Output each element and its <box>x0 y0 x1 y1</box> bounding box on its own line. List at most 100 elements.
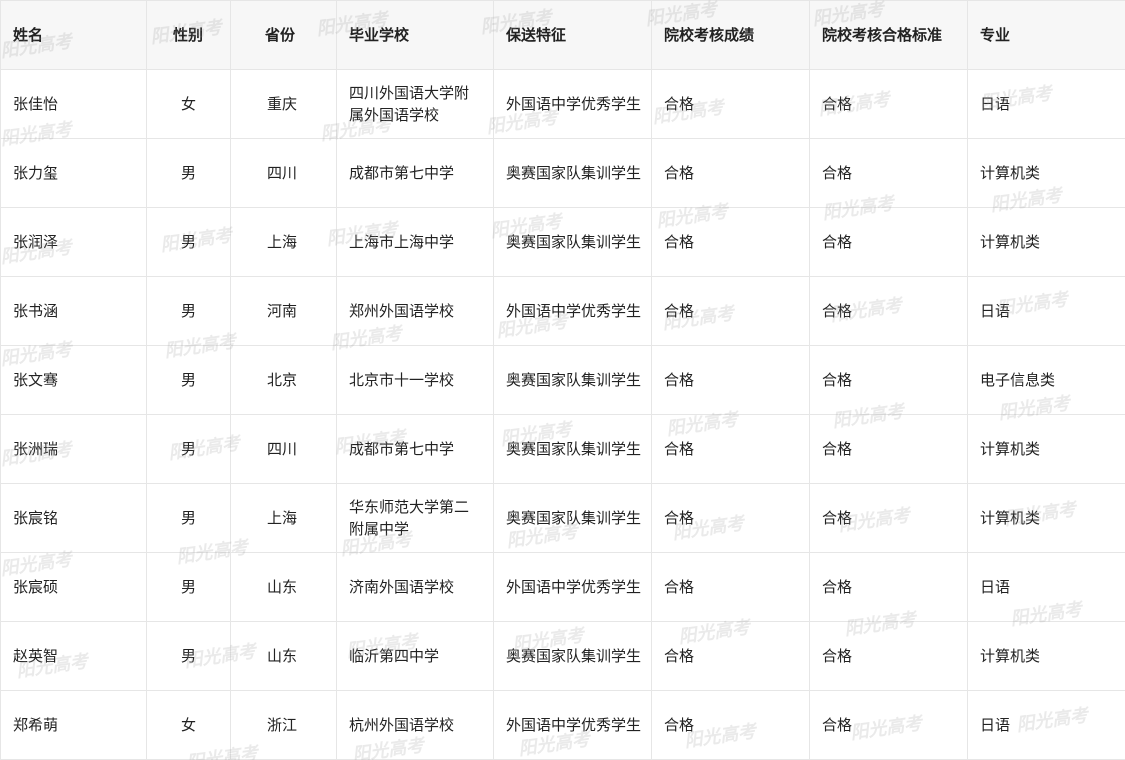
cell-feature: 奥赛国家队集训学生 <box>493 345 652 415</box>
cell-name: 赵英智 <box>0 621 147 691</box>
table-body: 张佳怡女重庆 四川外国语大学附属外国语学校 外国语中学优秀学生 合格 合格 日语 张力玺男四… <box>0 69 1125 760</box>
cell-major: 日语 <box>967 690 1125 760</box>
cell-standard: 合格 <box>809 414 968 484</box>
table-row: 郑希萌女浙江 杭州外国语学校 外国语中学优秀学生 合格 合格 日语 <box>0 690 1125 760</box>
cell-name: 张文骞 <box>0 345 147 415</box>
cell-feature: 奥赛国家队集训学生 <box>493 621 652 691</box>
cell-major: 日语 <box>967 552 1125 622</box>
header-school: 毕业学校 <box>336 0 494 70</box>
cell-school: 杭州外国语学校 <box>336 690 494 760</box>
cell-school: 成都市第七中学 <box>336 138 494 208</box>
table-row: 张洲瑞男四川 成都市第七中学 奥赛国家队集训学生 合格 合格 计算机类 <box>0 414 1125 484</box>
cell-feature: 奥赛国家队集训学生 <box>493 207 652 277</box>
cell-score: 合格 <box>651 69 810 139</box>
cell-major: 日语 <box>967 276 1125 346</box>
table-row: 张宸硕男山东 济南外国语学校 外国语中学优秀学生 合格 合格 日语 <box>0 552 1125 622</box>
cell-feature: 外国语中学优秀学生 <box>493 552 652 622</box>
cell-gender: 男 <box>146 207 231 277</box>
table-row: 张宸铭男上海 华东师范大学第二附属中学 奥赛国家队集训学生 合格 合格 计算机类 <box>0 483 1125 553</box>
table-row: 张佳怡女重庆 四川外国语大学附属外国语学校 外国语中学优秀学生 合格 合格 日语 <box>0 69 1125 139</box>
cell-standard: 合格 <box>809 69 968 139</box>
cell-score: 合格 <box>651 414 810 484</box>
cell-name: 张力玺 <box>0 138 147 208</box>
cell-standard: 合格 <box>809 207 968 277</box>
cell-gender: 女 <box>146 69 231 139</box>
cell-major: 电子信息类 <box>967 345 1125 415</box>
cell-standard: 合格 <box>809 138 968 208</box>
cell-gender: 男 <box>146 552 231 622</box>
cell-school: 华东师范大学第二附属中学 <box>336 483 494 553</box>
cell-gender: 男 <box>146 276 231 346</box>
cell-major: 计算机类 <box>967 207 1125 277</box>
cell-school: 济南外国语学校 <box>336 552 494 622</box>
cell-name: 张洲瑞 <box>0 414 147 484</box>
table-header-row: 姓名 性别 省份 毕业学校 保送特征 院校考核成绩 院校考核合格标准 专业 <box>0 0 1125 70</box>
cell-score: 合格 <box>651 621 810 691</box>
cell-standard: 合格 <box>809 345 968 415</box>
cell-standard: 合格 <box>809 276 968 346</box>
cell-province: 北京 <box>230 345 337 415</box>
cell-feature: 外国语中学优秀学生 <box>493 276 652 346</box>
cell-score: 合格 <box>651 345 810 415</box>
cell-feature: 外国语中学优秀学生 <box>493 690 652 760</box>
cell-major: 计算机类 <box>967 138 1125 208</box>
cell-score: 合格 <box>651 483 810 553</box>
cell-standard: 合格 <box>809 483 968 553</box>
cell-gender: 男 <box>146 483 231 553</box>
cell-school: 上海市上海中学 <box>336 207 494 277</box>
header-standard: 院校考核合格标准 <box>809 0 968 70</box>
cell-school: 四川外国语大学附属外国语学校 <box>336 69 494 139</box>
cell-gender: 男 <box>146 138 231 208</box>
cell-feature: 奥赛国家队集训学生 <box>493 138 652 208</box>
cell-province: 山东 <box>230 621 337 691</box>
cell-province: 上海 <box>230 207 337 277</box>
cell-name: 张书涵 <box>0 276 147 346</box>
header-province: 省份 <box>230 0 337 70</box>
cell-province: 四川 <box>230 138 337 208</box>
cell-school: 郑州外国语学校 <box>336 276 494 346</box>
cell-province: 河南 <box>230 276 337 346</box>
cell-major: 计算机类 <box>967 414 1125 484</box>
cell-province: 山东 <box>230 552 337 622</box>
table-row: 张润泽男上海 上海市上海中学 奥赛国家队集训学生 合格 合格 计算机类 <box>0 207 1125 277</box>
cell-gender: 男 <box>146 345 231 415</box>
cell-score: 合格 <box>651 207 810 277</box>
header-gender: 性别 <box>146 0 231 70</box>
cell-major: 日语 <box>967 69 1125 139</box>
cell-province: 重庆 <box>230 69 337 139</box>
cell-standard: 合格 <box>809 621 968 691</box>
admission-table: 姓名 性别 省份 毕业学校 保送特征 院校考核成绩 院校考核合格标准 专业 张佳… <box>0 0 1125 760</box>
cell-name: 张润泽 <box>0 207 147 277</box>
cell-school: 成都市第七中学 <box>336 414 494 484</box>
cell-feature: 奥赛国家队集训学生 <box>493 414 652 484</box>
cell-name: 张宸铭 <box>0 483 147 553</box>
table-row: 赵英智男山东 临沂第四中学 奥赛国家队集训学生 合格 合格 计算机类 <box>0 621 1125 691</box>
cell-score: 合格 <box>651 138 810 208</box>
cell-name: 张佳怡 <box>0 69 147 139</box>
table-row: 张书涵男河南 郑州外国语学校 外国语中学优秀学生 合格 合格 日语 <box>0 276 1125 346</box>
header-name: 姓名 <box>0 0 147 70</box>
table-row: 张文骞男北京 北京市十一学校 奥赛国家队集训学生 合格 合格 电子信息类 <box>0 345 1125 415</box>
cell-score: 合格 <box>651 276 810 346</box>
cell-school: 北京市十一学校 <box>336 345 494 415</box>
cell-province: 四川 <box>230 414 337 484</box>
cell-gender: 女 <box>146 690 231 760</box>
cell-feature: 奥赛国家队集训学生 <box>493 483 652 553</box>
cell-score: 合格 <box>651 552 810 622</box>
header-score: 院校考核成绩 <box>651 0 810 70</box>
cell-province: 上海 <box>230 483 337 553</box>
cell-major: 计算机类 <box>967 483 1125 553</box>
cell-standard: 合格 <box>809 552 968 622</box>
header-feature: 保送特征 <box>493 0 652 70</box>
cell-gender: 男 <box>146 621 231 691</box>
cell-school: 临沂第四中学 <box>336 621 494 691</box>
cell-province: 浙江 <box>230 690 337 760</box>
cell-gender: 男 <box>146 414 231 484</box>
cell-feature: 外国语中学优秀学生 <box>493 69 652 139</box>
header-major: 专业 <box>967 0 1125 70</box>
cell-name: 郑希萌 <box>0 690 147 760</box>
cell-name: 张宸硕 <box>0 552 147 622</box>
cell-major: 计算机类 <box>967 621 1125 691</box>
table-row: 张力玺男四川 成都市第七中学 奥赛国家队集训学生 合格 合格 计算机类 <box>0 138 1125 208</box>
cell-score: 合格 <box>651 690 810 760</box>
